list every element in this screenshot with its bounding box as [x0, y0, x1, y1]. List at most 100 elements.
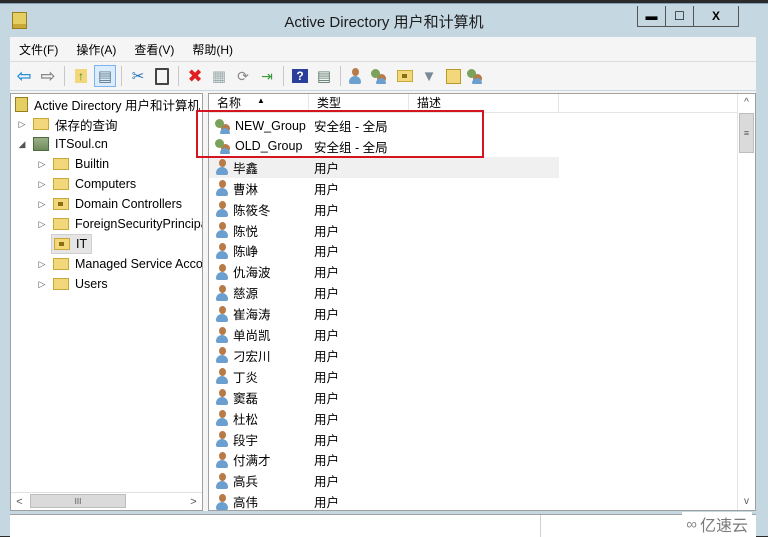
- list-row[interactable]: 陈筱冬 用户: [209, 199, 559, 220]
- filter-button[interactable]: ▼: [418, 65, 440, 87]
- list-row[interactable]: OLD_Group 安全组 - 全局: [209, 136, 559, 157]
- collapse-icon[interactable]: ◢: [17, 139, 27, 150]
- minimize-button[interactable]: ▬: [638, 6, 665, 26]
- row-name-cell: 曹淋: [209, 179, 314, 198]
- list-row[interactable]: 段宇 用户: [209, 429, 559, 450]
- list-row[interactable]: 仇海波 用户: [209, 261, 559, 282]
- column-header-description[interactable]: 描述: [409, 94, 559, 112]
- list-row[interactable]: 刁宏川 用户: [209, 345, 559, 366]
- scroll-up-button[interactable]: ^: [738, 94, 755, 111]
- tree-item-foreign-security-principals[interactable]: ▷ ForeignSecurityPrincipals: [37, 214, 202, 234]
- refresh-button[interactable]: ⟳: [232, 65, 254, 87]
- back-button[interactable]: ⇦: [13, 65, 35, 87]
- tree-item-computers[interactable]: ▷ Computers: [37, 174, 137, 194]
- list-row[interactable]: 崔海涛 用户: [209, 303, 559, 324]
- properties-icon: ▦: [211, 68, 227, 85]
- up-level-button[interactable]: ↑: [70, 65, 92, 87]
- scroll-thumb[interactable]: III: [30, 494, 126, 508]
- show-console-tree-button[interactable]: ▤: [94, 65, 116, 87]
- scroll-left-button[interactable]: <: [11, 493, 28, 510]
- list-row[interactable]: 陈悦 用户: [209, 220, 559, 241]
- expand-icon[interactable]: ▷: [37, 219, 47, 230]
- row-name: 陈峥: [233, 245, 259, 260]
- scroll-down-button[interactable]: v: [738, 493, 755, 510]
- list-row[interactable]: NEW_Group 安全组 - 全局: [209, 115, 559, 136]
- list-row[interactable]: 曹淋 用户: [209, 178, 559, 199]
- list-row[interactable]: 高伟 用户: [209, 491, 559, 510]
- tree-item-selected[interactable]: IT: [51, 234, 93, 254]
- cut-button[interactable]: ✂: [127, 65, 149, 87]
- expand-icon[interactable]: ▷: [37, 259, 47, 270]
- list-row[interactable]: 付满才 用户: [209, 449, 559, 470]
- row-name: 毕鑫: [233, 161, 259, 176]
- list-row[interactable]: 窦磊 用户: [209, 387, 559, 408]
- row-name: 付满才: [233, 454, 271, 469]
- list-row[interactable]: 单尚凯 用户: [209, 324, 559, 345]
- menu-file[interactable]: 文件(F): [10, 41, 67, 58]
- maximize-button[interactable]: ☐: [665, 6, 693, 26]
- new-group-button[interactable]: [370, 65, 392, 87]
- tree-item-label: Computers: [75, 177, 137, 191]
- expand-icon[interactable]: ▷: [37, 279, 47, 290]
- tree-horizontal-scrollbar[interactable]: < III >: [11, 492, 202, 510]
- new-ou-button[interactable]: [394, 65, 416, 87]
- tree-item-users[interactable]: ▷ Users: [37, 274, 108, 294]
- properties-button[interactable]: ▦: [208, 65, 230, 87]
- row-name: 陈悦: [233, 224, 259, 239]
- list-vertical-scrollbar[interactable]: ^ ≡ v: [737, 94, 755, 510]
- menu-view[interactable]: 查看(V): [125, 41, 183, 58]
- list-row[interactable]: 丁炎 用户: [209, 366, 559, 387]
- folder-icon: [53, 158, 69, 170]
- row-name-cell: 陈悦: [209, 221, 314, 240]
- help-button[interactable]: ?: [289, 65, 311, 87]
- scroll-thumb[interactable]: ≡: [739, 113, 754, 153]
- list-row[interactable]: 毕鑫 用户: [209, 156, 559, 178]
- column-header-name[interactable]: 名称 ▲: [209, 94, 309, 112]
- add-to-group-button[interactable]: [466, 65, 488, 87]
- row-name-cell: 段宇: [209, 430, 314, 449]
- menu-action[interactable]: 操作(A): [67, 41, 125, 58]
- watermark: ∞ 亿速云: [682, 512, 752, 536]
- expand-icon[interactable]: ▷: [17, 119, 27, 130]
- expand-icon[interactable]: ▷: [37, 199, 47, 210]
- title-bar[interactable]: Active Directory 用户和计算机 ▬ ☐ X: [0, 4, 768, 36]
- row-type: 用户: [314, 329, 340, 343]
- paste-button[interactable]: [151, 65, 173, 87]
- list-row[interactable]: 陈峥 用户: [209, 240, 559, 261]
- toolbar: ⇦ ⇨ ↑ ▤ ✂ ✖ ▦ ⟳ ⇥ ? ▤ ▼: [10, 62, 756, 90]
- menu-help[interactable]: 帮助(H): [183, 41, 242, 58]
- delete-button[interactable]: ✖: [184, 65, 206, 87]
- expand-icon[interactable]: ▷: [37, 179, 47, 190]
- find-button[interactable]: [442, 65, 464, 87]
- tree-item-builtin[interactable]: ▷ Builtin: [37, 154, 110, 174]
- tree-item-it[interactable]: IT: [51, 234, 93, 254]
- show-action-pane-button[interactable]: ▤: [313, 65, 335, 87]
- column-header-type[interactable]: 类型: [309, 94, 409, 112]
- list-row[interactable]: 杜松 用户: [209, 408, 559, 429]
- close-button[interactable]: X: [693, 6, 738, 26]
- user-icon: [215, 347, 229, 364]
- tree-item-managed-service-accounts[interactable]: ▷ Managed Service Accounts: [37, 254, 202, 274]
- row-name-cell: 高伟: [209, 492, 314, 510]
- ou-icon: [54, 238, 70, 250]
- user-icon: [215, 326, 229, 343]
- forward-button[interactable]: ⇨: [37, 65, 59, 87]
- user-icon: [215, 180, 229, 197]
- list-row[interactable]: 高兵 用户: [209, 470, 559, 491]
- scroll-right-button[interactable]: >: [185, 493, 202, 510]
- user-icon: [215, 493, 229, 510]
- row-name-cell: 毕鑫: [209, 158, 314, 177]
- tree-item-domain-controllers[interactable]: ▷ Domain Controllers: [37, 194, 182, 214]
- row-type: 用户: [314, 308, 340, 323]
- cloud-logo-icon: ∞: [686, 515, 697, 533]
- expand-icon[interactable]: ▷: [37, 159, 47, 170]
- add-to-group-icon: [467, 68, 483, 84]
- row-type: 用户: [314, 245, 340, 260]
- export-list-button[interactable]: ⇥: [256, 65, 278, 87]
- list-row[interactable]: 慈源 用户: [209, 282, 559, 303]
- help-icon: ?: [292, 69, 308, 83]
- new-user-button[interactable]: [346, 65, 368, 87]
- tree-item-saved-queries[interactable]: ▷ 保存的查询: [17, 114, 118, 134]
- tree-item-domain[interactable]: ◢ ITSoul.cn: [17, 134, 108, 154]
- tree-root[interactable]: Active Directory 用户和计算机: [15, 94, 200, 114]
